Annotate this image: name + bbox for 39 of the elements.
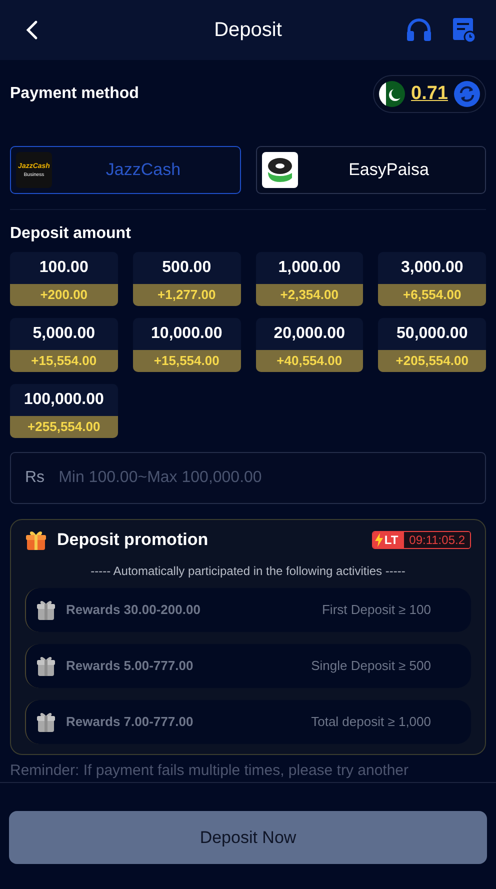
- payment-method-option[interactable]: EasyPaisa: [256, 146, 486, 194]
- gift-icon: [36, 655, 56, 677]
- reward-range: Rewards 30.00-200.00: [66, 601, 200, 620]
- gift-icon: [25, 529, 47, 551]
- promotion-subtitle: ----- Automatically participated in the following activities -----: [90, 563, 406, 580]
- amount-input-field[interactable]: Min 100.00~Max 100,000.00: [58, 466, 471, 490]
- refresh-icon[interactable]: [454, 81, 480, 107]
- reward-range: Rewards 5.00-777.00: [66, 657, 194, 676]
- reminder-text: Reminder: If payment fails multiple times, please try another: [10, 761, 410, 781]
- currency-prefix: Rs: [25, 468, 45, 488]
- activity-condition: Total deposit ≥ 1,000: [311, 713, 431, 732]
- gift-icon: [36, 599, 56, 621]
- flag-icon: [379, 81, 406, 107]
- amount-option[interactable]: 100,000.00 +255,554.00: [10, 384, 118, 438]
- history-icon[interactable]: [452, 17, 476, 43]
- promotion-title: Deposit promotion: [57, 529, 208, 552]
- lightning-icon: [375, 533, 384, 547]
- activity-condition: First Deposit ≥ 100: [322, 601, 431, 620]
- deposit-now-button[interactable]: Deposit Now: [9, 811, 487, 864]
- section-title: Deposit amount: [10, 224, 132, 244]
- gift-icon: [36, 711, 56, 733]
- reward-range: Rewards 7.00-777.00: [66, 713, 194, 732]
- activity-condition: Single Deposit ≥ 500: [311, 657, 431, 676]
- page-title: Deposit: [214, 18, 282, 43]
- balance-amount: 0.71: [411, 82, 448, 106]
- amount-option[interactable]: 3,000.00 +6,554.00: [378, 252, 486, 306]
- amount-option[interactable]: 10,000.00 +15,554.00: [132, 318, 240, 372]
- headset-icon[interactable]: [406, 18, 432, 42]
- section-title: Payment method: [10, 84, 139, 104]
- amount-field[interactable]: Rs Min 100.00~Max 100,000.00: [10, 452, 486, 504]
- countdown-timer: 09:11:05.2: [404, 532, 470, 548]
- limited-time-badge: LT: [373, 532, 404, 548]
- wallet-logo-icon: [262, 152, 298, 188]
- amount-option[interactable]: 100.00 +200.00: [10, 252, 118, 306]
- amount-option[interactable]: 1,000.00 +2,354.00: [256, 252, 364, 306]
- amount-option[interactable]: 5,000.00 +15,554.00: [10, 318, 118, 372]
- amount-option[interactable]: 50,000.00 +205,554.00: [378, 318, 486, 372]
- amount-option[interactable]: 20,000.00 +40,554.00: [256, 318, 364, 372]
- amount-option[interactable]: 500.00 +1,277.00: [132, 252, 240, 306]
